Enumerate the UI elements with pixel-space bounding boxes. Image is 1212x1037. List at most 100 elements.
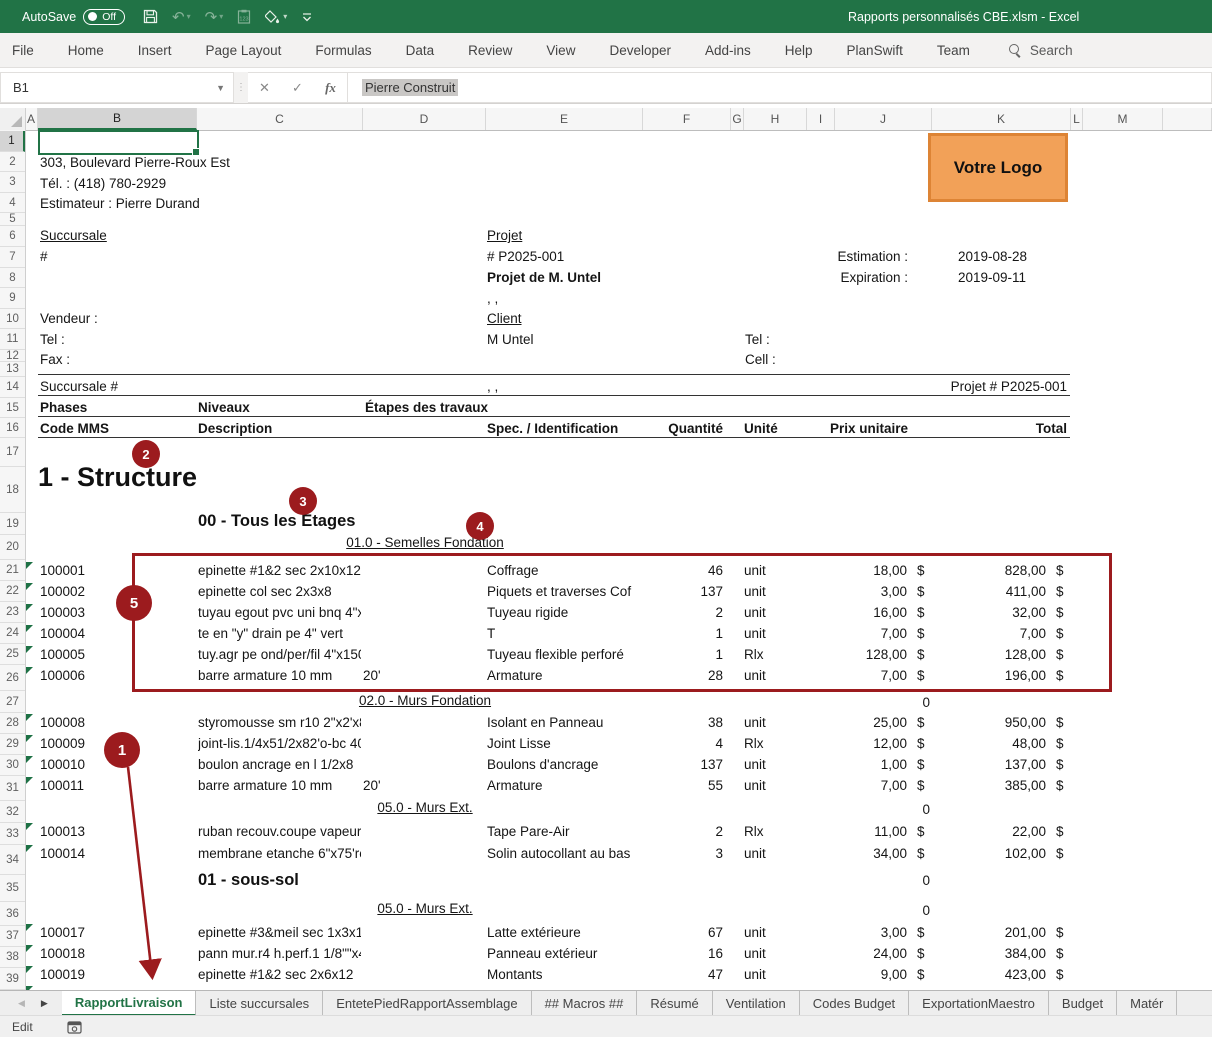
cell-code-row37[interactable]: 100017 <box>40 923 85 942</box>
cell-header-qty[interactable]: Quantité <box>668 419 723 438</box>
ribbon-search[interactable]: Search <box>1009 43 1073 58</box>
row-header-30[interactable]: 30 <box>0 755 25 776</box>
cell-code-row34[interactable]: 100014 <box>40 844 85 863</box>
cell-commas-2[interactable]: , , <box>487 377 498 396</box>
cell-code-row22[interactable]: 100002 <box>40 582 85 601</box>
sheet-tab-budget[interactable]: Budget <box>1049 991 1117 1016</box>
cell-qty-row39[interactable]: 47 <box>708 965 723 984</box>
cell-unit-row38[interactable]: unit <box>744 944 766 963</box>
cell-price-currency-row34[interactable]: $ <box>917 844 925 863</box>
column-header-B[interactable]: B <box>38 108 197 130</box>
row-header-25[interactable]: 25 <box>0 644 25 665</box>
column-header-G[interactable]: G <box>731 108 744 130</box>
sheet-tab-entetepiedrapportassemblage[interactable]: EntetePiedRapportAssemblage <box>323 991 531 1016</box>
row-header-37[interactable]: 37 <box>0 926 25 947</box>
sheet-tab-exportationmaestro[interactable]: ExportationMaestro <box>909 991 1049 1016</box>
row-header-39[interactable]: 39 <box>0 968 25 990</box>
cell-desc2-row31[interactable]: 20' <box>363 776 381 795</box>
cell-header-spec[interactable]: Spec. / Identification <box>487 419 618 438</box>
row-header-19[interactable]: 19 <box>0 513 25 535</box>
ribbon-tab-planswift[interactable]: PlanSwift <box>830 43 920 58</box>
cell-desc-row29[interactable]: joint-lis.1/4x51/2x82'o-bc 402 <box>198 734 361 753</box>
ribbon-tab-review[interactable]: Review <box>451 43 529 58</box>
cell-total-currency-row34[interactable]: $ <box>1056 844 1064 863</box>
cell-zero-row36[interactable]: 0 <box>922 901 930 920</box>
cell-unit-row31[interactable]: unit <box>744 776 766 795</box>
ribbon-tab-team[interactable]: Team <box>920 43 987 58</box>
cell-projet-num[interactable]: # P2025-001 <box>487 247 564 266</box>
cell-qty-row33[interactable]: 2 <box>715 822 723 841</box>
sheet-tab-ventilation[interactable]: Ventilation <box>713 991 800 1016</box>
cell-phases-label[interactable]: Phases <box>40 398 87 417</box>
cell-code-row38[interactable]: 100018 <box>40 944 85 963</box>
row-header-29[interactable]: 29 <box>0 734 25 755</box>
tab-scroll-left-icon[interactable]: ◀ <box>18 998 25 1009</box>
ribbon-tab-developer[interactable]: Developer <box>592 43 688 58</box>
cell-total-row39[interactable]: 423,00 <box>1005 965 1046 984</box>
cell-price-currency-row38[interactable]: $ <box>917 944 925 963</box>
sheet-tab-rapportlivraison[interactable]: RapportLivraison <box>62 991 197 1016</box>
cell-total-currency-row30[interactable]: $ <box>1056 755 1064 774</box>
fill-color-icon[interactable]: ▾ <box>265 10 287 24</box>
cell-price-row33[interactable]: 11,00 <box>874 822 907 841</box>
cell-phone[interactable]: Tél. : (418) 780-2929 <box>40 174 166 193</box>
cell-price-row37[interactable]: 3,00 <box>881 923 907 942</box>
cell-code-row30[interactable]: 100010 <box>40 755 85 774</box>
cell-code-row25[interactable]: 100005 <box>40 645 85 664</box>
row-header-17[interactable]: 17 <box>0 438 25 467</box>
cell-unit-row34[interactable]: unit <box>744 844 766 863</box>
row-header-27[interactable]: 27 <box>0 691 25 713</box>
cell-zero-row35[interactable]: 0 <box>922 871 930 890</box>
name-box[interactable]: B1 ▼ <box>0 72 234 103</box>
row-header-38[interactable]: 38 <box>0 947 25 968</box>
cell-total-row34[interactable]: 102,00 <box>1005 844 1046 863</box>
cell-desc-row37[interactable]: epinette #3&meil sec 1x3x12 <box>198 923 361 942</box>
ribbon-tab-formulas[interactable]: Formulas <box>298 43 388 58</box>
row-header-12[interactable]: 12 <box>0 350 25 362</box>
column-header-E[interactable]: E <box>486 108 643 130</box>
cell-spec-row28[interactable]: Isolant en Panneau <box>487 713 644 732</box>
cell-total-currency-row28[interactable]: $ <box>1056 713 1064 732</box>
cell-price-currency-row30[interactable]: $ <box>917 755 925 774</box>
row-header-9[interactable]: 9 <box>0 288 25 309</box>
cell-estimation-label[interactable]: Estimation : <box>837 247 908 266</box>
formula-input[interactable]: Pierre Construit <box>348 72 1212 103</box>
ribbon-tab-data[interactable]: Data <box>389 43 452 58</box>
cell-client-name[interactable]: M Untel <box>487 330 534 349</box>
cell-total-row31[interactable]: 385,00 <box>1005 776 1046 795</box>
sheet-tab-résumé[interactable]: Résumé <box>637 991 712 1016</box>
cell-unit-row39[interactable]: unit <box>744 965 766 984</box>
cell-projet-footer[interactable]: Projet # P2025-001 <box>951 377 1067 396</box>
cell-total-currency-row29[interactable]: $ <box>1056 734 1064 753</box>
cell-commas-1[interactable]: , , <box>487 289 498 308</box>
cell-projet-name[interactable]: Projet de M. Untel <box>487 268 601 287</box>
cell-qty-row37[interactable]: 67 <box>708 923 723 942</box>
column-header-A[interactable]: A <box>25 108 38 130</box>
level-heading-row19[interactable]: 00 - Tous les Etages <box>198 512 355 531</box>
row-header-13[interactable]: 13 <box>0 362 25 377</box>
cell-spec-row34[interactable]: Solin autocollant au bas <box>487 844 644 863</box>
cell-succursale-footer[interactable]: Succursale # <box>40 377 118 396</box>
row-header-22[interactable]: 22 <box>0 581 25 602</box>
column-header-J[interactable]: J <box>835 108 932 130</box>
fill-handle[interactable] <box>192 148 200 156</box>
customize-quick-access-icon[interactable] <box>301 11 313 23</box>
stage-heading-row32[interactable]: 05.0 - Murs Ext. <box>377 800 472 815</box>
row-header-35[interactable]: 35 <box>0 875 25 902</box>
row-header-10[interactable]: 10 <box>0 309 25 329</box>
cell-desc-row31[interactable]: barre armature 10 mm <box>198 776 361 795</box>
row-header-8[interactable]: 8 <box>0 268 25 288</box>
cell-unit-row28[interactable]: unit <box>744 713 766 732</box>
phase-heading[interactable]: 1 - Structure <box>38 462 197 493</box>
cell-qty-row34[interactable]: 3 <box>715 844 723 863</box>
row-header-36[interactable]: 36 <box>0 902 25 926</box>
ribbon-tab-help[interactable]: Help <box>768 43 830 58</box>
cell-code-row29[interactable]: 100009 <box>40 734 85 753</box>
cell-desc-row30[interactable]: boulon ancrage en l 1/2x8 <box>198 755 361 774</box>
row-header-24[interactable]: 24 <box>0 623 25 644</box>
cell-spec-row31[interactable]: Armature <box>487 776 644 795</box>
ribbon-tab-page-layout[interactable]: Page Layout <box>189 43 299 58</box>
column-header-overflow[interactable] <box>1163 108 1212 130</box>
sheet-tab-matér[interactable]: Matér <box>1117 991 1177 1016</box>
cell-price-row28[interactable]: 25,00 <box>873 713 907 732</box>
